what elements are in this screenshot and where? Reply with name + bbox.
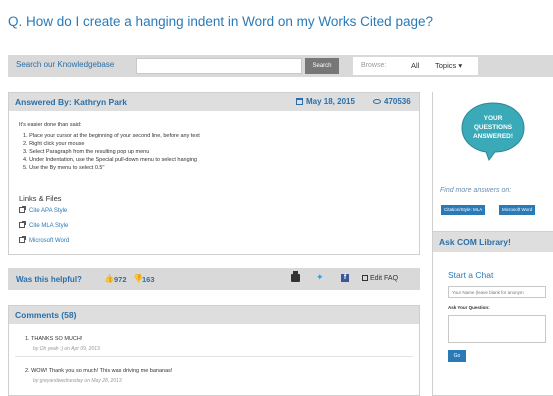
facebook-icon[interactable]: f [341,274,349,282]
comments-title: Comments (58) [15,310,77,320]
comment-divider [15,356,413,357]
promo-line: ANSWERED! [473,133,513,140]
answer-intro: It's easier done than said: [19,122,82,128]
link-label: Cite APA Style [29,208,68,214]
search-label: Search our Knowledgebase [16,60,115,69]
edit-faq-button[interactable]: Edit FAQ [362,275,398,282]
promo-line: QUESTIONS [474,124,513,131]
answer-views: 470536 [373,97,411,106]
questions-answered-badge: YOUR QUESTIONS ANSWERED! [461,102,525,162]
link-cite-apa[interactable]: Cite APA Style [19,206,68,214]
twitter-icon[interactable]: ✦ [316,272,324,283]
answer-steps: 1. Place your cursor at the beginning of… [23,132,200,172]
external-link-icon [19,236,26,243]
comment-text: 2. WOW! Thank you so much! This was driv… [25,368,173,374]
external-link-icon [19,221,26,228]
tag-citation-mla[interactable]: Citation/Style: MLA [441,205,486,215]
comment-meta: by greyandwednesday on May 28, 2013 [33,378,122,384]
ask-panel: Ask COM Library! Start a Chat Ask Your Q… [432,231,553,396]
search-bar: Search our Knowledgebase Search Browse: … [8,55,553,77]
browse-box: Browse: All Topics ▾ [353,57,478,75]
calendar-icon [296,98,303,105]
external-link-icon [19,206,26,213]
answer-views-value: 470536 [384,97,411,106]
print-icon[interactable] [291,271,300,282]
helpful-bar: Was this helpful? 👍 972 👎 163 ✦ f Edit F… [8,268,420,290]
link-label: Cite MLA Style [29,223,69,229]
comments-header: Comments (58) [9,306,419,324]
find-more-label: Find more answers on: [440,187,512,194]
answer-date: May 18, 2015 [296,97,355,106]
answer-step: 2. Right click your mouse [23,141,85,147]
question-label: Ask Your Question: [448,305,490,310]
answer-header: Answered By: Kathryn Park May 18, 2015 4… [9,93,419,111]
ask-header: Ask COM Library! [433,232,553,252]
answer-panel: Answered By: Kathryn Park May 18, 2015 4… [8,92,420,255]
browse-label: Browse: [361,62,387,69]
search-button[interactable]: Search [305,58,339,74]
link-microsoft-word[interactable]: Microsoft Word [19,236,70,244]
answer-date-value: May 18, 2015 [306,97,355,106]
comment-text: 1. THANKS SO MUCH! [25,336,83,342]
chat-name-input[interactable] [448,286,546,298]
helpful-label: Was this helpful? [16,275,82,284]
comments-panel: Comments (58) 1. THANKS SO MUCH! by Oh y… [8,305,420,396]
answer-step: 1. Place your cursor at the beginning of… [23,133,200,139]
eye-icon [373,99,381,104]
start-chat-heading: Start a Chat [448,270,494,280]
links-heading: Links & Files [19,194,62,203]
no-count: 163 [142,275,155,284]
answered-by: Answered By: Kathryn Park [15,97,127,107]
tag-microsoft-word[interactable]: Microsoft Word [499,205,536,215]
question-textarea[interactable] [448,315,546,343]
thumbs-up-icon[interactable]: 👍 [104,274,114,283]
answer-step: 4. Under Indentation, use the Special pu… [23,157,197,163]
link-label: Microsoft Word [29,238,70,244]
browse-all-link[interactable]: All [411,61,419,70]
comment-meta: by Oh yeah :) on Apr 09, 2013 [33,346,100,352]
answer-step: 5. Use the By menu to select 0.5" [23,165,105,171]
browse-topics-dropdown[interactable]: Topics ▾ [435,61,462,70]
answer-step: 3. Select Paragraph from the resulting p… [23,149,150,155]
go-button[interactable]: Go [448,350,466,362]
search-input[interactable] [136,58,302,74]
ask-title: Ask COM Library! [439,237,511,247]
link-cite-mla[interactable]: Cite MLA Style [19,221,69,229]
page-title: Q. How do I create a hanging indent in W… [8,14,433,29]
yes-count: 972 [114,275,127,284]
promo-line: YOUR [484,115,503,122]
edit-faq-label: Edit FAQ [370,275,399,282]
edit-icon [362,275,368,281]
